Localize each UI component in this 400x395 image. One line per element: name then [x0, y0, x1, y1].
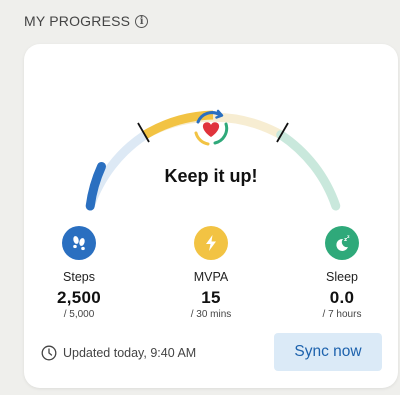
- steps-label: Steps: [63, 270, 95, 284]
- last-updated: Updated today, 9:40 AM: [41, 345, 196, 361]
- mvpa-label: MVPA: [193, 270, 229, 284]
- lightning-icon: [194, 226, 228, 260]
- progress-header: MY PROGRESS i: [24, 13, 149, 29]
- progress-card: Keep it up! Steps 2,500 / 5,000 MVPA 15 …: [24, 44, 398, 388]
- section-title: MY PROGRESS: [24, 13, 131, 29]
- svg-text:z: z: [347, 235, 350, 240]
- updated-text: Updated today, 9:40 AM: [63, 346, 197, 360]
- mvpa-target: / 30 mins: [190, 309, 232, 320]
- steps-value: 2,500: [56, 288, 102, 307]
- mvpa-value: 15: [201, 288, 221, 307]
- sleep-label: Sleep: [326, 270, 358, 284]
- info-icon[interactable]: i: [135, 14, 149, 28]
- sleep-metric: z z Sleep 0.0 / 7 hours: [287, 226, 397, 320]
- moon-zzz-icon: z z: [325, 226, 359, 260]
- encouragement-text: Keep it up!: [164, 166, 258, 186]
- sync-now-button[interactable]: Sync now: [274, 333, 382, 371]
- footsteps-icon: [62, 226, 96, 260]
- clock-icon: [41, 345, 57, 361]
- sleep-target: / 7 hours: [322, 309, 362, 320]
- steps-metric: Steps 2,500 / 5,000: [24, 226, 134, 320]
- mvpa-metric: MVPA 15 / 30 mins: [156, 226, 266, 320]
- steps-target: / 5,000: [63, 309, 95, 320]
- sleep-value: 0.0: [329, 288, 355, 307]
- heart-sync-icon: [194, 109, 229, 146]
